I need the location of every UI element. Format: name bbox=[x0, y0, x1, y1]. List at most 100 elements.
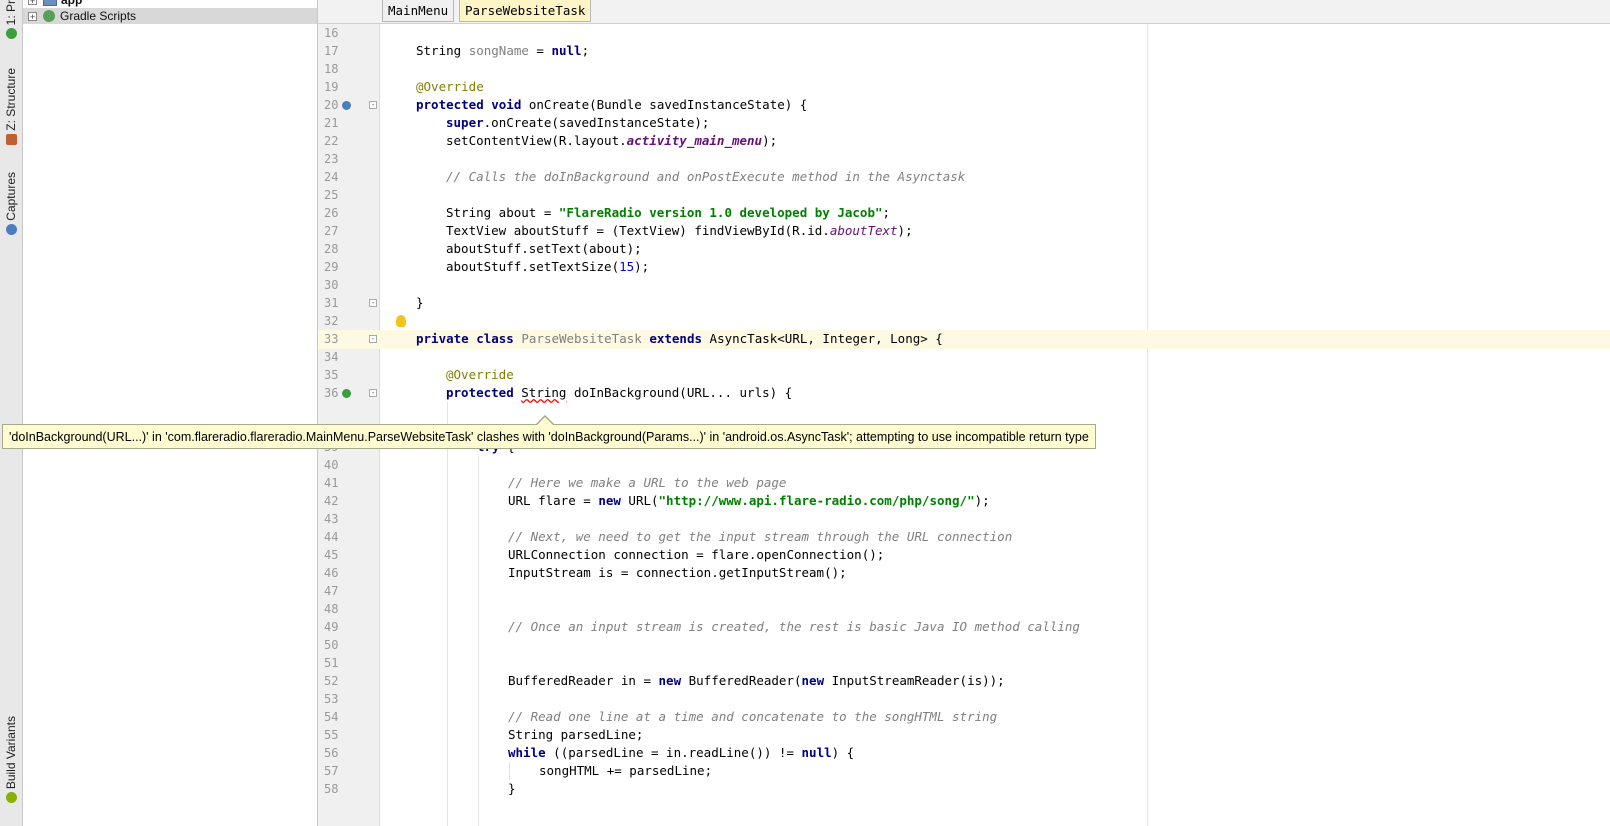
line-number: 44 bbox=[324, 530, 339, 544]
fold-icon[interactable]: - bbox=[369, 101, 377, 109]
line-number: 26 bbox=[324, 206, 339, 220]
tab-mainmenu[interactable]: MainMenu bbox=[382, 0, 455, 22]
override-icon[interactable] bbox=[342, 389, 351, 398]
code-line: 25 bbox=[318, 186, 1610, 205]
line-number: 50 bbox=[324, 638, 339, 652]
code-comment: // Next, we need to get the input stream… bbox=[508, 529, 1013, 544]
project-panel: + app + Gradle Scripts bbox=[23, 0, 318, 826]
code-line: 56 while ((parsedLine = in.readLine()) !… bbox=[318, 744, 1610, 763]
code-text: } bbox=[508, 781, 516, 796]
code-comment: // Read one line at a time and concatena… bbox=[508, 709, 998, 724]
fold-icon[interactable]: - bbox=[369, 299, 377, 307]
code-line: 52 BufferedReader in = new BufferedReade… bbox=[318, 672, 1610, 691]
tab-parsewebsitetask[interactable]: ParseWebsiteTask bbox=[459, 0, 592, 22]
line-number: 19 bbox=[324, 80, 339, 94]
code-line: 20 - protected void onCreate(Bundle save… bbox=[318, 96, 1610, 115]
tree-item-app[interactable]: + app bbox=[23, 0, 317, 8]
line-number: 17 bbox=[324, 44, 339, 58]
lightbulb-icon[interactable] bbox=[396, 315, 406, 327]
code-text: while ((parsedLine = in.readLine()) != n… bbox=[508, 745, 855, 760]
line-number: 41 bbox=[324, 476, 339, 490]
code-line: 54 // Read one line at a time and concat… bbox=[318, 708, 1610, 727]
structure-tool-label: Z: Structure bbox=[4, 68, 18, 131]
line-number: 22 bbox=[324, 134, 339, 148]
line-number: 29 bbox=[324, 260, 339, 274]
code-comment: // Once an input stream is created, the … bbox=[508, 619, 1080, 634]
line-number: 35 bbox=[324, 368, 339, 382]
indent-guide bbox=[509, 762, 510, 780]
code-line: 42 URL flare = new URL("http://www.api.f… bbox=[318, 492, 1610, 511]
line-number: 28 bbox=[324, 242, 339, 256]
tree-item-gradle-scripts[interactable]: + Gradle Scripts bbox=[23, 8, 317, 24]
module-folder-icon bbox=[43, 0, 57, 6]
indent-guide bbox=[447, 402, 448, 826]
code-text: aboutStuff.setTextSize(15); bbox=[446, 259, 650, 274]
code-text: BufferedReader in = new BufferedReader(n… bbox=[508, 673, 1005, 688]
override-icon[interactable] bbox=[342, 101, 351, 110]
line-number: 55 bbox=[324, 728, 339, 742]
line-number: 43 bbox=[324, 512, 339, 526]
code-line: 18 bbox=[318, 60, 1610, 79]
line-number: 58 bbox=[324, 782, 339, 796]
line-number: 42 bbox=[324, 494, 339, 508]
line-number: 57 bbox=[324, 764, 339, 778]
line-number: 47 bbox=[324, 584, 339, 598]
line-number: 31 bbox=[324, 296, 339, 310]
line-number: 21 bbox=[324, 116, 339, 130]
expand-icon[interactable]: + bbox=[28, 0, 37, 5]
code-line: 34 bbox=[318, 348, 1610, 367]
structure-tool-tab[interactable]: Z: Structure bbox=[1, 68, 21, 145]
line-number: 49 bbox=[324, 620, 339, 634]
error-tooltip: 'doInBackground(URL...)' in 'com.flarera… bbox=[2, 424, 1096, 449]
line-number: 32 bbox=[324, 314, 339, 328]
project-tool-tab[interactable]: 1: Pr bbox=[1, 0, 21, 40]
code-line: 55 String parsedLine; bbox=[318, 726, 1610, 745]
project-tool-label: 1: Pr bbox=[4, 0, 18, 26]
code-text: } bbox=[416, 295, 424, 310]
line-number: 40 bbox=[324, 458, 339, 472]
gradle-icon bbox=[43, 10, 55, 22]
code-text: super.onCreate(savedInstanceState); bbox=[446, 115, 710, 130]
code-text: aboutStuff.setText(about); bbox=[446, 241, 642, 256]
code-text: @Override bbox=[446, 367, 514, 382]
build-variants-tool-tab[interactable]: Build Variants bbox=[1, 716, 21, 804]
code-line: 48 bbox=[318, 600, 1610, 619]
code-line: 51 bbox=[318, 654, 1610, 673]
code-line: 19 @Override bbox=[318, 78, 1610, 97]
code-line: 29 aboutStuff.setTextSize(15); bbox=[318, 258, 1610, 277]
structure-icon bbox=[5, 133, 17, 145]
code-line: 23 bbox=[318, 150, 1610, 169]
code-text: @Override bbox=[416, 79, 484, 94]
line-number: 23 bbox=[324, 152, 339, 166]
expand-icon[interactable]: + bbox=[28, 11, 37, 21]
code-line: 47 bbox=[318, 582, 1610, 601]
code-line: 53 bbox=[318, 690, 1610, 709]
captures-tool-tab[interactable]: Captures bbox=[1, 172, 21, 235]
line-number: 48 bbox=[324, 602, 339, 616]
line-number: 16 bbox=[324, 26, 339, 40]
code-line: 57 songHTML += parsedLine; bbox=[318, 762, 1610, 781]
fold-icon[interactable]: - bbox=[369, 389, 377, 397]
line-number: 25 bbox=[324, 188, 339, 202]
code-line: 35 @Override bbox=[318, 366, 1610, 385]
code-text: protected String doInBackground(URL... u… bbox=[446, 385, 793, 400]
line-number: 54 bbox=[324, 710, 339, 724]
line-number: 33 bbox=[324, 332, 339, 346]
editor-tab-bar: MainMenu ParseWebsiteTask bbox=[318, 0, 1610, 24]
code-line: 26 String about = "FlareRadio version 1.… bbox=[318, 204, 1610, 223]
code-line: 31 - } bbox=[318, 294, 1610, 313]
code-line: 45 URLConnection connection = flare.open… bbox=[318, 546, 1610, 565]
tree-item-label: app bbox=[61, 0, 83, 7]
code-text: String parsedLine; bbox=[508, 727, 644, 742]
tooltip-arrow-inner bbox=[537, 417, 553, 425]
line-number: 45 bbox=[324, 548, 339, 562]
line-number: 46 bbox=[324, 566, 339, 580]
fold-icon[interactable]: - bbox=[369, 335, 377, 343]
code-line: 30 bbox=[318, 276, 1610, 295]
code-text: setContentView(R.layout.activity_main_me… bbox=[446, 133, 778, 148]
code-text: String songName = null; bbox=[416, 43, 590, 58]
code-line: 40 bbox=[318, 456, 1610, 475]
code-text: protected void onCreate(Bundle savedInst… bbox=[416, 97, 808, 112]
code-line: 22 setContentView(R.layout.activity_main… bbox=[318, 132, 1610, 151]
code-line: 44 // Next, we need to get the input str… bbox=[318, 528, 1610, 547]
